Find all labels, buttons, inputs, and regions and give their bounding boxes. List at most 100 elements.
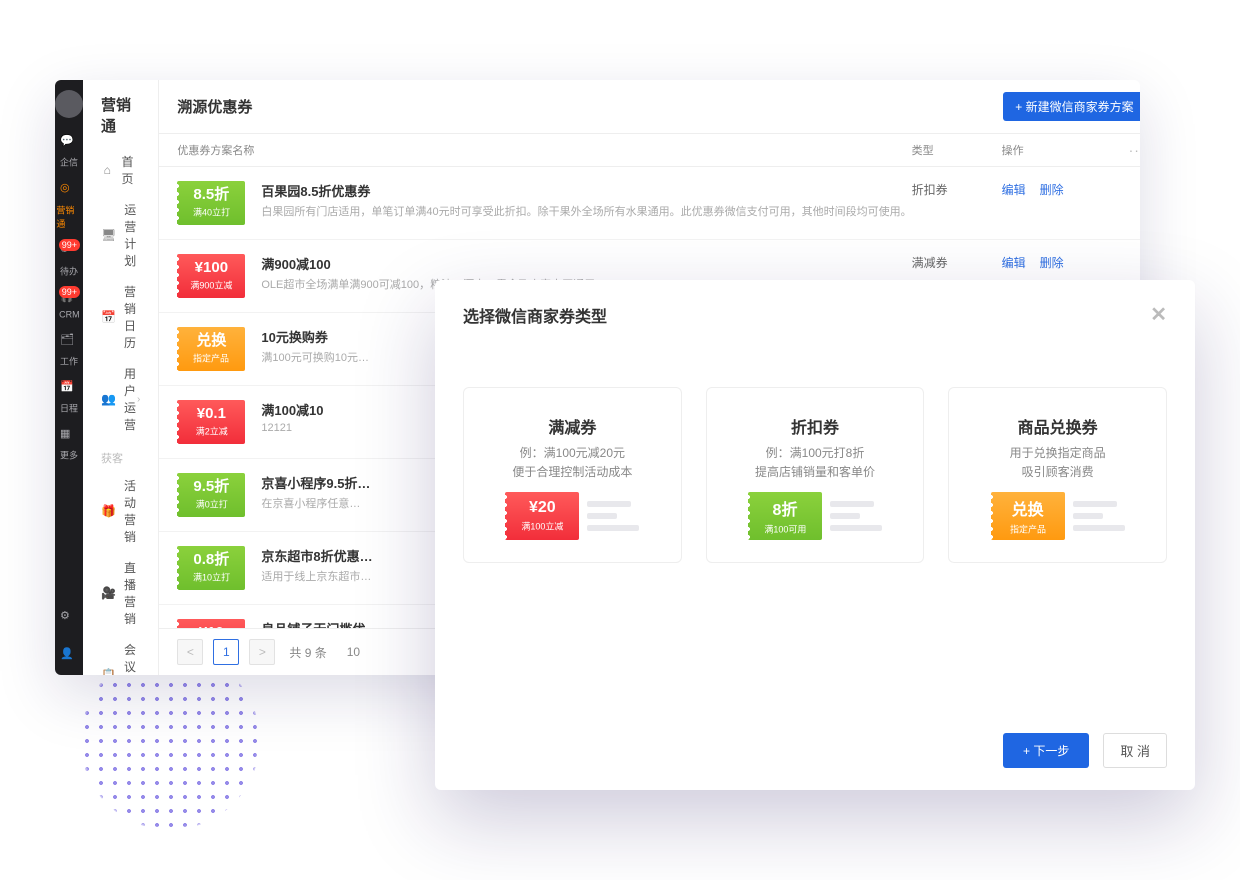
- badge: 99+: [59, 239, 80, 251]
- gear-icon: ⚙: [60, 609, 78, 627]
- pager-next[interactable]: >: [249, 639, 275, 665]
- sidebar-item-label: 运营计划: [124, 201, 140, 269]
- coupon-tile: ¥10 满0立减: [177, 619, 245, 628]
- edit-link[interactable]: 编辑: [1002, 183, 1026, 197]
- decorative-dots: [80, 650, 260, 830]
- sidebar-group-label: 获客: [83, 440, 158, 470]
- card-sub: 例：满100元减20元便于合理控制活动成本: [480, 444, 665, 478]
- coupon-type-cards: 满减券 例：满100元减20元便于合理控制活动成本 ¥20 满100立减 折扣券…: [463, 387, 1167, 563]
- video-icon: 🎥: [101, 585, 116, 601]
- calendar-icon: 📅: [101, 309, 116, 325]
- rail-item-target[interactable]: ◎ 营销通: [55, 175, 83, 237]
- new-coupon-button[interactable]: 新建微信商家券方案: [1003, 92, 1140, 121]
- app-title: 营销通: [83, 80, 158, 146]
- sample-condition: 指定产品: [1010, 522, 1046, 536]
- close-icon[interactable]: ✕: [1150, 302, 1167, 327]
- chat-icon: 💬: [60, 134, 78, 152]
- sidebar-item[interactable]: ⌂ 首页: [83, 146, 158, 194]
- sample-condition: 满100可用: [764, 522, 806, 536]
- coupon-type-card[interactable]: 商品兑换券 用于兑换指定商品吸引顾客消费 兑换 指定产品: [948, 387, 1167, 563]
- sidebar-item-label: 会议营销: [124, 641, 140, 675]
- rail-item-chat[interactable]: 💬 企信: [55, 128, 83, 175]
- rail-label: 日程: [60, 401, 78, 415]
- pager-size[interactable]: 10: [347, 645, 360, 659]
- sidebar-item[interactable]: 🖥 运营计划: [83, 194, 158, 276]
- card-sub: 用于兑换指定商品吸引顾客消费: [965, 444, 1150, 478]
- rail-item-headset[interactable]: 🎧 CRM 99+: [55, 284, 83, 327]
- rail-item-clock[interactable]: ⏱ 待办 99+: [55, 237, 83, 284]
- next-button[interactable]: 下一步: [1003, 733, 1089, 768]
- sidebar-item[interactable]: 👥 用户运营 ›: [83, 358, 158, 440]
- coupon-type-card[interactable]: 满减券 例：满100元减20元便于合理控制活动成本 ¥20 满100立减: [463, 387, 682, 563]
- sample-lines: [1073, 501, 1125, 531]
- card-title: 满减券: [480, 414, 665, 438]
- rail-item-gear[interactable]: ⚙: [60, 599, 78, 637]
- page-title: 溯源优惠券: [177, 96, 252, 117]
- page-header: 溯源优惠券 新建微信商家券方案: [159, 80, 1140, 134]
- coupon-condition: 满900立减: [190, 278, 232, 292]
- delete-link[interactable]: 删除: [1040, 256, 1064, 270]
- coupon-tile: ¥100 满900立减: [177, 254, 245, 298]
- row-desc: 白果园所有门店适用，单笔订单满40元时可享受此折扣。除干果外全场所有水果通用。此…: [261, 203, 911, 219]
- gift-icon: 🎁: [101, 503, 116, 519]
- col-type: 类型: [912, 142, 1002, 158]
- col-name: 优惠券方案名称: [177, 142, 911, 158]
- cancel-button[interactable]: 取 消: [1103, 733, 1167, 768]
- coupon-value: 8.5折: [193, 187, 229, 202]
- coupon-condition: 满2立减: [195, 424, 227, 438]
- table-row[interactable]: 8.5折 满40立打 百果园8.5折优惠券 白果园所有门店适用，单笔订单满40元…: [159, 167, 1140, 240]
- coupon-condition: 满40立打: [193, 205, 230, 219]
- meeting-icon: 📋: [101, 667, 116, 675]
- col-ops: 操作: [1002, 142, 1122, 158]
- row-title: 满900减100: [261, 254, 911, 273]
- pager-prev[interactable]: <: [177, 639, 203, 665]
- coupon-type-card[interactable]: 折扣券 例：满100元打8折提高店铺销量和客单价 8折 满100可用: [706, 387, 925, 563]
- rail-item-grid[interactable]: ▦ 更多: [55, 421, 83, 468]
- icon-rail: 💬 企信 ◎ 营销通 ⏱ 待办 99+🎧 CRM 99+🗂 工作: [55, 80, 83, 675]
- row-type: 折扣券: [912, 181, 1002, 198]
- coupon-tile: ¥0.1 满2立减: [177, 400, 245, 444]
- sidebar-item[interactable]: 📋 会议营销: [83, 634, 158, 675]
- card-sub: 例：满100元打8折提高店铺销量和客单价: [723, 444, 908, 478]
- coupon-condition: 指定产品: [193, 351, 229, 365]
- coupon-value: ¥0.1: [197, 406, 226, 421]
- select-coupon-type-modal: 选择微信商家券类型 ✕ 满减券 例：满100元减20元便于合理控制活动成本 ¥2…: [435, 280, 1195, 790]
- edit-link[interactable]: 编辑: [1002, 256, 1026, 270]
- sidebar-item-label: 营销日历: [124, 283, 140, 351]
- user-plus-icon: 👤: [60, 647, 78, 665]
- home-icon: ⌂: [101, 162, 114, 178]
- rail-label: 工作: [60, 354, 78, 368]
- coupon-value: 0.8折: [193, 552, 229, 567]
- card-title: 折扣券: [723, 414, 908, 438]
- target-icon: ◎: [60, 181, 78, 199]
- coupon-value: ¥100: [195, 260, 228, 275]
- sidebar-item[interactable]: 🎥 直播营销: [83, 552, 158, 634]
- calendar-icon: 📅: [60, 380, 78, 398]
- rail-item-calendar[interactable]: 📅 日程: [55, 374, 83, 421]
- coupon-condition: 满10立打: [193, 570, 230, 584]
- grid-icon: ▦: [60, 427, 78, 445]
- sidebar: 营销通 ⌂ 首页 🖥 运营计划 📅 营销日历 👥 用户运营 › 获客 🎁: [83, 80, 159, 675]
- avatar[interactable]: [55, 90, 83, 118]
- coupon-value: 9.5折: [193, 479, 229, 494]
- row-type: 满减券: [912, 254, 1002, 271]
- row-ops: 编辑删除: [1002, 254, 1122, 271]
- sidebar-item[interactable]: 🎁 活动营销: [83, 470, 158, 552]
- delete-link[interactable]: 删除: [1040, 183, 1064, 197]
- pager-page-1[interactable]: 1: [213, 639, 239, 665]
- sidebar-item[interactable]: 📅 营销日历: [83, 276, 158, 358]
- users-icon: 👥: [101, 391, 116, 407]
- col-menu-icon[interactable]: ···: [1122, 142, 1140, 158]
- rail-label: 企信: [60, 155, 78, 169]
- rail-label: 营销通: [56, 203, 81, 230]
- rail-item-briefcase[interactable]: 🗂 工作: [55, 327, 83, 374]
- sample-coupon: ¥20 满100立减: [505, 492, 579, 540]
- rail-label: 待办: [60, 264, 78, 278]
- row-ops: 编辑删除: [1002, 181, 1122, 198]
- rail-item-user-plus[interactable]: 👤: [60, 637, 78, 675]
- card-title: 商品兑换券: [965, 414, 1150, 438]
- sidebar-item-label: 用户运营: [124, 365, 137, 433]
- sidebar-item-label: 活动营销: [124, 477, 140, 545]
- sample-lines: [587, 501, 639, 531]
- sidebar-item-label: 首页: [122, 153, 141, 187]
